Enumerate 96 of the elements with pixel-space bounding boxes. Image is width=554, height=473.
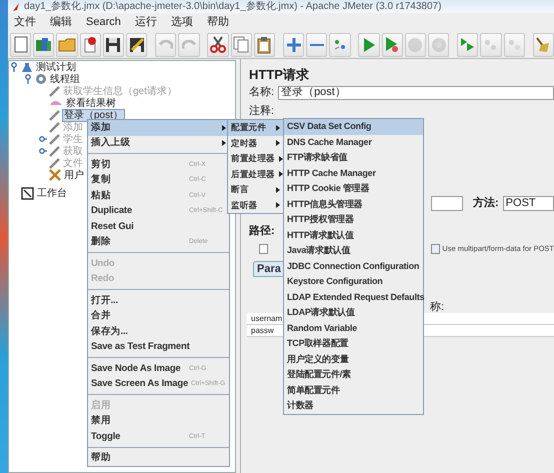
window-title: day1_参数化.jmx (D:\apache-jmeter-3.0\bin\day1_参数化.jmx) - Apache JMeter (3.0 r1743807) (24, 0, 442, 13)
menu-item[interactable]: HTTP Cookie 管理器 (284, 181, 423, 196)
menu-label: 合并 (91, 309, 111, 324)
menu-item[interactable]: 断言 (228, 182, 283, 198)
menu-item[interactable]: 后置处理器 (228, 166, 283, 182)
menu-label: CSV Data Set Config (287, 120, 372, 133)
menu-label: 监听器 (231, 198, 258, 212)
menu-label: 定时器 (231, 136, 258, 150)
tree-item[interactable]: 测试计划 (35, 62, 77, 72)
menu-item[interactable]: Search (84, 14, 123, 30)
method-dropdown[interactable]: POST (502, 196, 554, 210)
menu-label: 简单配置元件 (287, 384, 340, 396)
menu-item[interactable]: 简单配置元件 (284, 382, 423, 398)
tree-item[interactable]: 线程组 (49, 74, 81, 84)
menu-item[interactable]: HTTP请求默认值 (284, 228, 423, 243)
menu-label: 前置处理器 (231, 152, 276, 166)
menu-label: Save Screen As Image (91, 377, 188, 392)
tree-item[interactable]: 用户 (63, 170, 85, 180)
menu-label: HTTP请求默认值 (287, 228, 354, 242)
menu-label: 登陆配置元件/素 (287, 368, 351, 381)
tree-item[interactable]: 察看结果树 (65, 98, 117, 108)
menu-item[interactable]: 运行 (132, 14, 159, 30)
menu-label: FTP请求缺省值 (287, 151, 348, 164)
menu-item[interactable]: HTTP授权管理器 (284, 212, 423, 228)
menu-item[interactable]: 配置元件 (228, 120, 283, 136)
menu-label: Reset Gui (91, 220, 134, 234)
menu-item[interactable]: FTP请求缺省值 (284, 150, 423, 166)
menu-label: JDBC Connection Configuration (287, 260, 420, 273)
menu-item[interactable]: 前置处理器 (228, 151, 283, 166)
field-label: 名称: (249, 85, 274, 100)
tree-item[interactable]: 工作台 (36, 188, 68, 198)
menu-item[interactable]: 合并 (88, 308, 229, 324)
menu-label: 复制 (91, 173, 111, 188)
menu-item[interactable]: 计数器 (284, 398, 423, 414)
tab[interactable]: Para (253, 261, 285, 277)
menu-item[interactable]: 禁用 (88, 414, 229, 429)
menu-label: 断言 (231, 183, 249, 196)
menu-item[interactable]: 文件 (12, 14, 38, 30)
menu-label: 保存为... (91, 324, 128, 339)
menu-label: 帮助 (91, 451, 111, 466)
menu-item[interactable]: Reset Gui (88, 219, 229, 234)
menu-item[interactable]: 定时器 (228, 136, 283, 151)
menu-label: Save Node As Image (91, 362, 181, 376)
menu-label: 配置元件 (231, 121, 266, 134)
menu-label: Redo (91, 272, 114, 286)
menu-item[interactable]: 添加 (88, 120, 229, 136)
menu-label: Undo (91, 256, 114, 271)
menu-item[interactable]: LDAP Extended Request Defaults (284, 290, 423, 305)
field-label: 方法: (473, 196, 499, 211)
menu-item[interactable]: 帮助 (88, 450, 229, 466)
menu-item[interactable]: Keystore Configuration (284, 274, 423, 290)
menu-label: HTTP Cookie 管理器 (287, 182, 370, 195)
name-field[interactable]: 登录（post） (278, 86, 554, 100)
menu-label: Duplicate (91, 204, 132, 218)
menu-item[interactable]: CSV Data Set Config (284, 119, 423, 134)
menu-label: 用户定义的变量 (287, 352, 349, 366)
menu-label: 后置处理器 (231, 168, 276, 181)
menu-item[interactable]: 监听器 (228, 198, 283, 213)
menu-label: 禁用 (91, 414, 111, 428)
column-header: 称: (430, 300, 444, 315)
menu-label: 删除 (91, 235, 111, 250)
field-label: 路径: (249, 224, 275, 239)
menu-label: 粘贴 (91, 188, 111, 203)
menu-item[interactable]: 插入上级 (88, 136, 229, 151)
menu-label: HTTP授权管理器 (287, 213, 354, 226)
menu-label: Keystore Configuration (287, 275, 383, 288)
menu-item[interactable]: 打开... (88, 293, 229, 308)
menu-label: DNS Cache Manager (287, 136, 372, 149)
menu-label: Save as Test Fragment (91, 340, 190, 354)
menu-item[interactable]: 选项 (168, 14, 195, 30)
menu-label: TCP取样器配置 (287, 337, 348, 350)
menu-label: HTTP Cache Manager (287, 166, 376, 180)
menu-item[interactable]: 编辑 (48, 14, 74, 30)
menu-item[interactable]: 帮助 (204, 14, 231, 30)
menu-label: 插入上级 (91, 136, 130, 150)
menu-label: HTTP信息头管理器 (287, 198, 362, 210)
menu-label: LDAP Extended Request Defaults (287, 290, 424, 304)
panel-title: HTTP请求 (249, 66, 310, 84)
menu-label: 剪切 (91, 158, 111, 172)
menu-label: Java请求默认值 (287, 244, 350, 257)
menu-item[interactable]: HTTP Cache Manager (284, 166, 423, 181)
menu-label: 计数器 (287, 399, 314, 412)
menu-item[interactable]: Java请求默认值 (284, 243, 423, 258)
menu-label: Toggle (91, 430, 120, 444)
menu-item[interactable]: 登陆配置元件/素 (284, 367, 423, 382)
menu-label: 启用 (91, 398, 111, 413)
menu-item[interactable]: 用户定义的变量 (284, 352, 423, 367)
menu-item[interactable]: HTTP信息头管理器 (284, 196, 423, 212)
menu-label: 添加 (91, 120, 111, 135)
menu-item[interactable]: 保存为... (88, 324, 229, 340)
menu-item[interactable]: Save as Test Fragment (88, 340, 229, 355)
menu-label: 打开... (91, 294, 118, 308)
menu-item[interactable]: JDBC Connection Configuration (284, 258, 423, 274)
field-label: 注释: (249, 104, 274, 120)
menu-item[interactable]: DNS Cache Manager (284, 134, 423, 150)
menu-item[interactable]: TCP取样器配置 (284, 336, 423, 352)
